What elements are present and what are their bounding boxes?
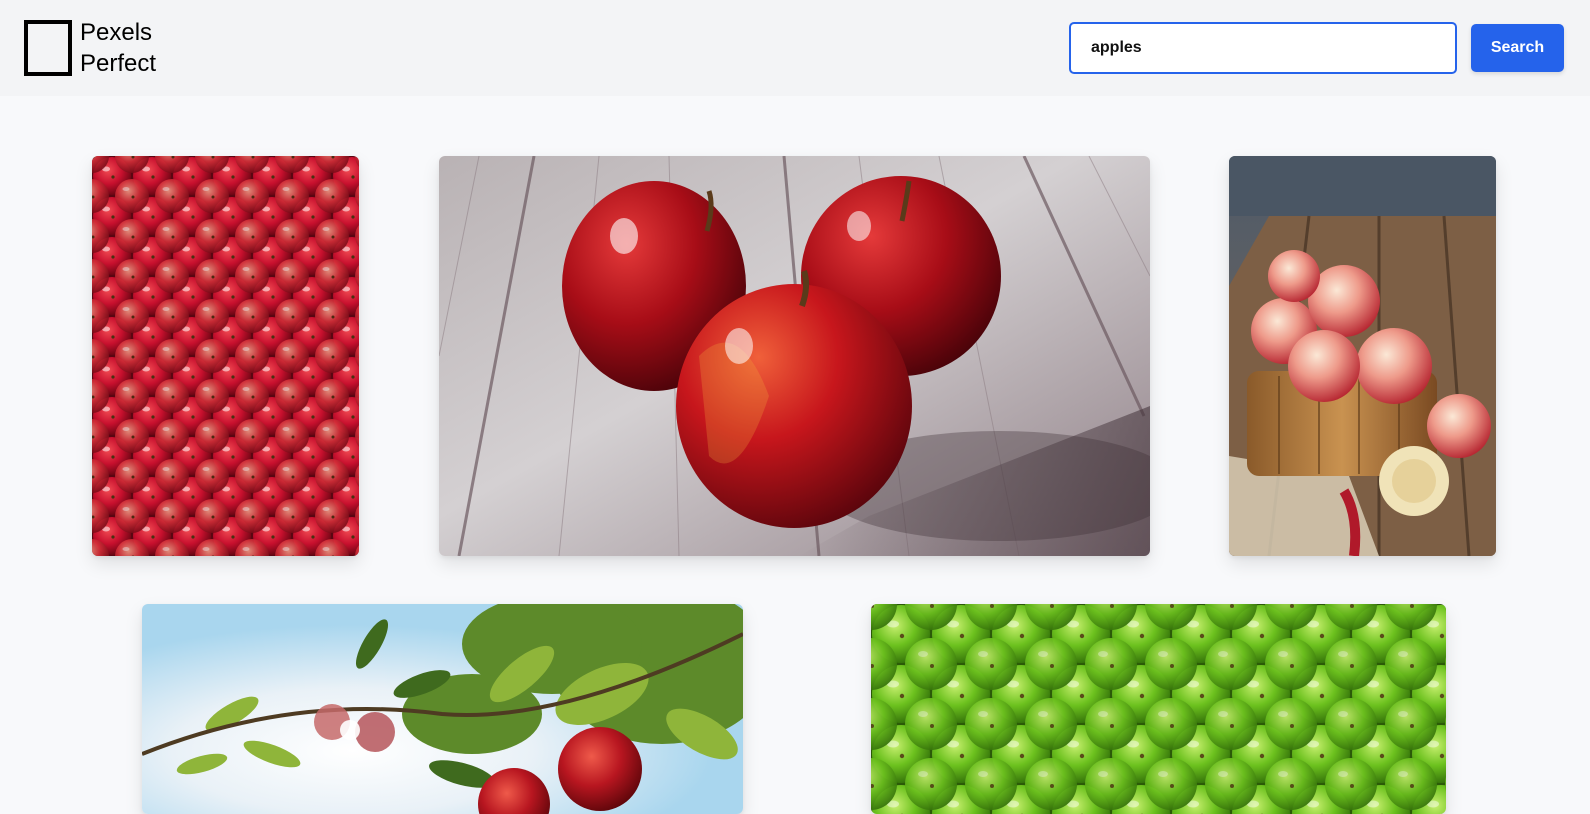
red-apples-pile-image[interactable]	[92, 156, 359, 556]
logo-text[interactable]: Pexels Perfect	[80, 17, 156, 79]
apples-in-wooden-bucket-image[interactable]	[1229, 156, 1496, 556]
logo-icon[interactable]	[24, 20, 72, 76]
logo-line-2: Perfect	[80, 50, 157, 77]
top-bar: Pexels Perfect Search	[0, 0, 1590, 96]
green-apples-pile-image[interactable]	[871, 604, 1446, 814]
three-red-apples-on-wood-image[interactable]	[439, 156, 1150, 556]
logo-line-1: Pexels	[80, 19, 153, 46]
search-button[interactable]: Search	[1471, 24, 1564, 72]
search-input[interactable]	[1069, 22, 1457, 74]
apples-on-tree-image[interactable]	[142, 604, 743, 814]
